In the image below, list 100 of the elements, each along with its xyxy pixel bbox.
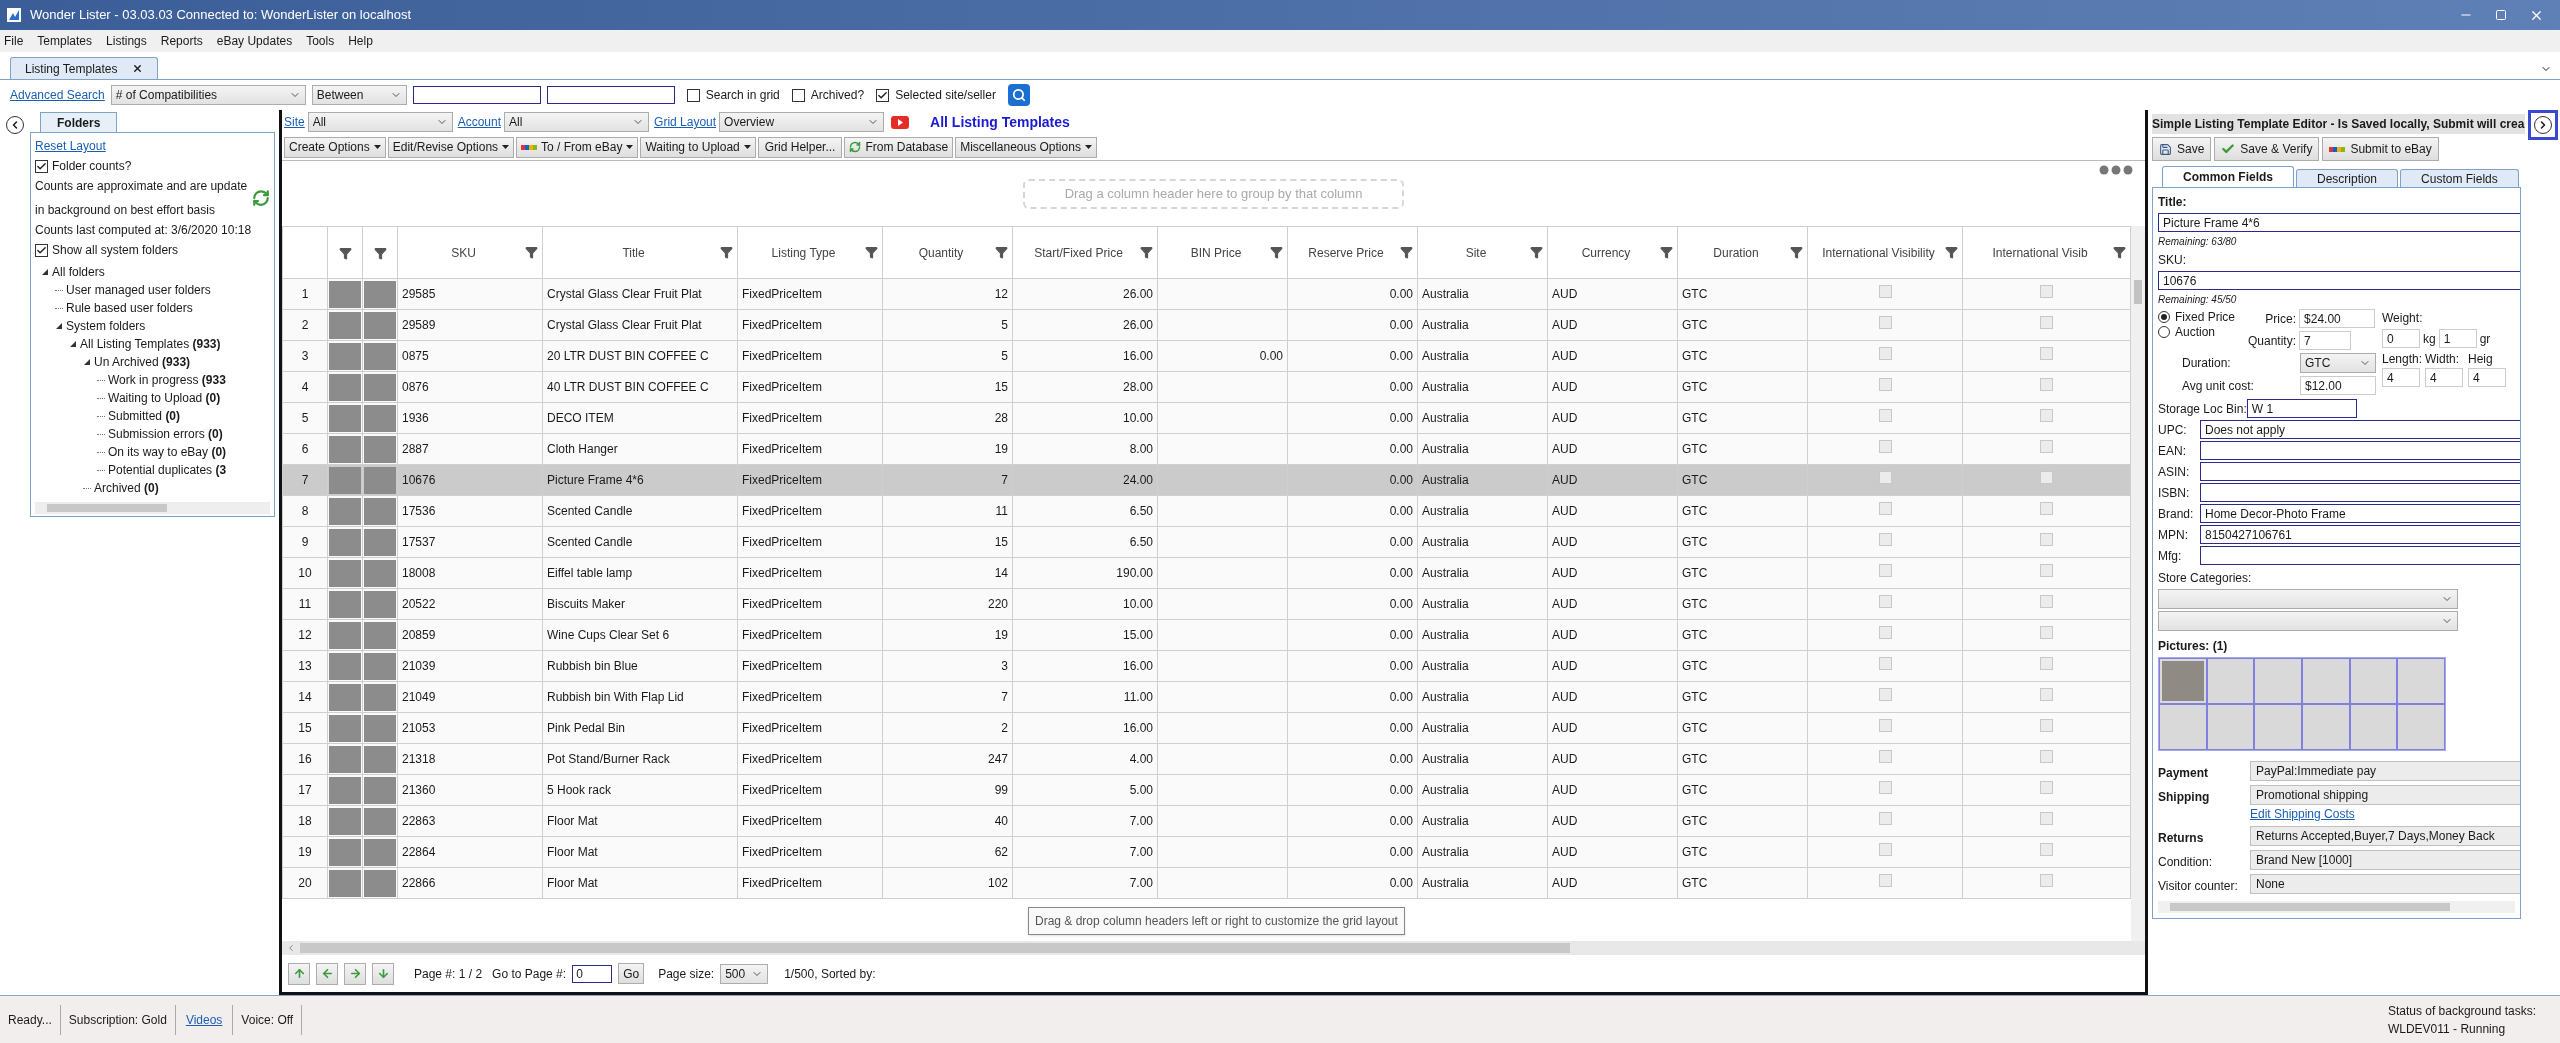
store-category-dropdown[interactable] <box>2158 589 2458 609</box>
picture-slot[interactable] <box>2397 704 2445 750</box>
filter-icon[interactable] <box>2113 246 2126 259</box>
filter-icon[interactable] <box>525 246 538 259</box>
tree-item[interactable]: Potential duplicates (3 <box>108 461 227 479</box>
filter-icon[interactable] <box>720 246 733 259</box>
tree-item[interactable]: Rule based user folders <box>66 299 193 317</box>
editor-tab[interactable]: Custom Fields <box>2400 169 2519 187</box>
column-header[interactable]: Duration <box>1677 226 1808 279</box>
filter-icon[interactable] <box>865 246 878 259</box>
storage-bin-field[interactable]: W 1 <box>2246 399 2357 418</box>
quantity-field[interactable]: 7 <box>2299 331 2352 350</box>
menu-button[interactable]: To / From eBay <box>516 136 639 158</box>
refresh-icon[interactable] <box>252 189 270 207</box>
filter-icon[interactable] <box>373 246 387 260</box>
tree-item[interactable]: Work in progress (933 <box>108 371 226 389</box>
column-header[interactable]: Listing Type <box>737 226 883 279</box>
column-header[interactable]: Reserve Price <box>1287 226 1418 279</box>
videos-link[interactable]: Videos <box>175 1004 234 1035</box>
pager-button[interactable] <box>288 962 310 985</box>
tree-item[interactable]: All Listing Templates (933) <box>80 335 221 353</box>
reset-layout-link[interactable]: Reset Layout <box>35 137 270 155</box>
identifier-field[interactable] <box>2200 483 2520 502</box>
operator-dropdown[interactable]: Between <box>311 85 407 105</box>
account-link[interactable]: Account <box>457 113 502 131</box>
column-header[interactable]: Quantity <box>882 226 1013 279</box>
duration-dropdown[interactable]: GTC <box>2300 353 2376 373</box>
menu-item[interactable]: Listings <box>106 32 147 50</box>
identifier-field[interactable]: Home Decor-Photo Frame <box>2200 504 2520 523</box>
column-header[interactable]: Site <box>1417 226 1548 279</box>
menu-item[interactable]: File <box>4 32 24 50</box>
tree-item[interactable]: User managed user folders <box>66 281 211 299</box>
menu-button[interactable]: Edit/Revise Options <box>387 136 515 158</box>
folders-tab[interactable]: Folders <box>40 112 118 132</box>
policy-dropdown[interactable]: Brand New [1000] <box>2250 850 2520 870</box>
filter-icon[interactable] <box>1270 246 1283 259</box>
video-play-icon[interactable] <box>891 115 910 129</box>
menu-button[interactable]: Create Options <box>284 136 386 158</box>
go-button[interactable]: Go <box>618 963 645 984</box>
checkbox[interactable] <box>686 88 700 102</box>
picture-slot[interactable] <box>2254 704 2302 750</box>
advanced-search-link[interactable]: Advanced Search <box>10 86 105 104</box>
picture-slot[interactable] <box>2302 658 2350 704</box>
menu-button[interactable]: Miscellaneous Options <box>955 136 1097 158</box>
identifier-field[interactable]: Does not apply <box>2200 420 2520 439</box>
tree-item[interactable]: Waiting to Upload (0) <box>108 389 221 407</box>
menu-item[interactable]: Tools <box>306 32 335 50</box>
menu-item[interactable]: Templates <box>37 32 93 50</box>
avg-cost-field[interactable]: $12.00 <box>2300 376 2376 395</box>
grid-layout-dropdown[interactable]: Overview <box>719 112 885 132</box>
edit-shipping-costs-link[interactable]: Edit Shipping Costs <box>2250 805 2520 823</box>
dimension-field[interactable]: 4 <box>2382 368 2420 387</box>
expand-panel-button[interactable] <box>2527 110 2558 140</box>
horizontal-scrollbar[interactable] <box>282 941 2145 955</box>
identifier-field[interactable] <box>2200 441 2520 460</box>
go-to-page-field[interactable]: 0 <box>572 964 613 983</box>
tree-item[interactable]: Submission errors (0) <box>108 425 223 443</box>
picture-slot[interactable] <box>2397 658 2445 704</box>
search-value-field[interactable] <box>412 86 541 104</box>
sku-field[interactable]: 10676 <box>2158 271 2520 290</box>
grid-layout-link[interactable]: Grid Layout <box>654 113 717 131</box>
grid-helper-button[interactable]: Grid Helper... <box>757 136 843 158</box>
picture-slot[interactable] <box>2254 658 2302 704</box>
close-icon[interactable] <box>131 63 143 74</box>
filter-icon[interactable] <box>1530 246 1543 259</box>
weight-grams-field[interactable]: 1 <box>2438 329 2477 348</box>
picture-slot[interactable] <box>2349 658 2398 704</box>
menu-button[interactable]: Waiting to Upload <box>640 136 756 158</box>
tree-item[interactable]: On its way to eBay (0) <box>108 443 227 461</box>
tree-item[interactable]: Submitted (0) <box>108 407 181 425</box>
weight-kg-field[interactable]: 0 <box>2382 329 2420 348</box>
picture-slot[interactable] <box>2206 704 2255 750</box>
more-options-icon[interactable] <box>2099 165 2133 175</box>
menu-item[interactable]: Help <box>348 32 373 50</box>
store-category-dropdown[interactable] <box>2158 611 2458 631</box>
radio-button[interactable] <box>2158 310 2170 323</box>
filter-icon[interactable] <box>995 246 1008 259</box>
picture-slot[interactable] <box>2349 704 2398 750</box>
policy-dropdown[interactable]: PayPal:Immediate pay <box>2250 761 2520 781</box>
maximize-icon[interactable] <box>2495 9 2507 21</box>
editor-button[interactable]: Submit to eBay <box>2322 137 2439 161</box>
radio-button[interactable] <box>2158 325 2170 338</box>
field-dropdown[interactable]: # of Compatibilities <box>110 85 306 105</box>
vertical-scrollbar[interactable] <box>2131 226 2145 941</box>
identifier-field[interactable] <box>2200 462 2520 481</box>
checkbox[interactable] <box>876 88 890 102</box>
price-field[interactable]: $24.00 <box>2299 309 2376 328</box>
page-size-dropdown[interactable]: 500 <box>720 963 769 984</box>
filter-icon[interactable] <box>1790 246 1803 259</box>
filter-icon[interactable] <box>1140 246 1153 259</box>
editor-button[interactable]: Save <box>2152 137 2212 161</box>
picture-slot[interactable] <box>2159 658 2207 704</box>
menu-item[interactable]: Reports <box>160 32 203 50</box>
collapse-panel-button[interactable] <box>6 116 24 134</box>
site-link[interactable]: Site <box>284 113 305 131</box>
horizontal-scrollbar[interactable] <box>2158 901 2515 913</box>
filter-icon[interactable] <box>1400 246 1413 259</box>
tree-item[interactable]: Archived (0) <box>94 479 159 497</box>
title-field[interactable]: Picture Frame 4*6 <box>2158 213 2520 232</box>
dimension-field[interactable]: 4 <box>2468 368 2506 387</box>
